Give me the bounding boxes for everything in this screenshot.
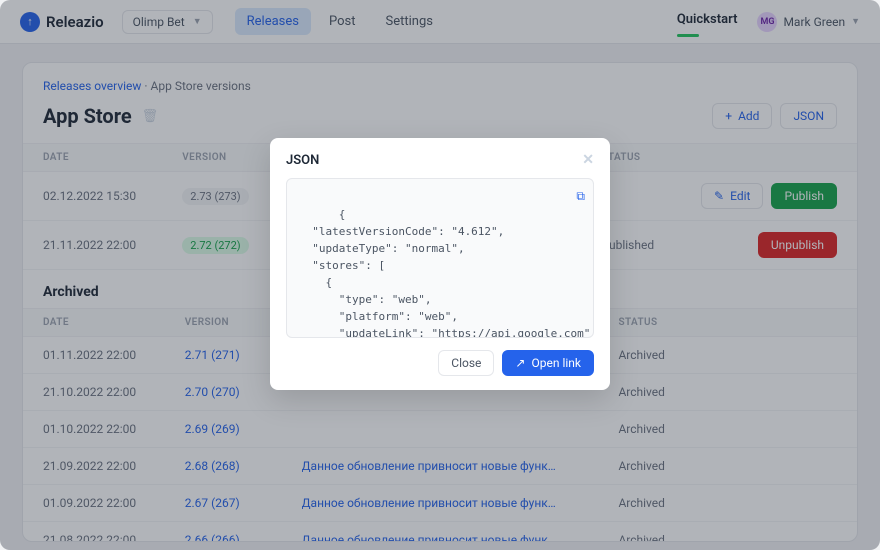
close-button[interactable]: Close (438, 350, 494, 376)
json-code: ⧉{ "latestVersionCode": "4.612", "update… (286, 178, 594, 338)
external-link-icon: ↗ (515, 356, 525, 370)
json-modal: JSON ✕ ⧉{ "latestVersionCode": "4.612", … (270, 138, 610, 390)
copy-icon[interactable]: ⧉ (576, 187, 585, 206)
close-icon[interactable]: ✕ (582, 152, 594, 168)
open-link-button[interactable]: ↗Open link (502, 350, 594, 376)
modal-overlay[interactable]: JSON ✕ ⧉{ "latestVersionCode": "4.612", … (0, 0, 880, 550)
modal-title: JSON (286, 153, 319, 168)
